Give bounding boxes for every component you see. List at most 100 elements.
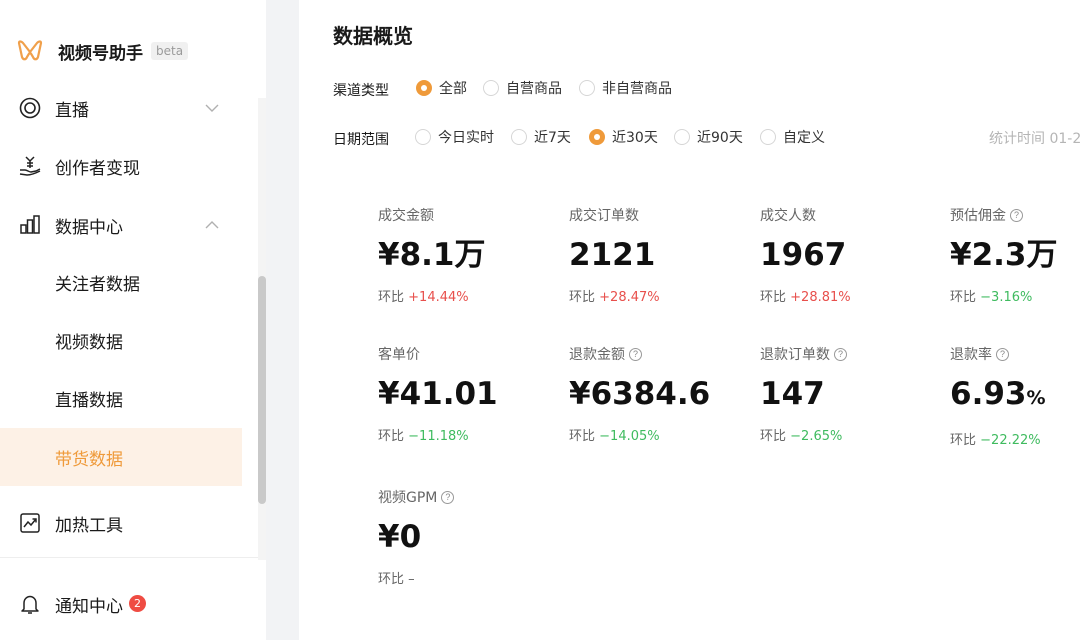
metric-label-text: 成交人数 xyxy=(760,208,816,224)
change-prefix: 环比 xyxy=(569,429,596,444)
metric-value-number: 6.93 xyxy=(950,376,1027,412)
radio-dot xyxy=(579,80,595,96)
help-icon[interactable]: ? xyxy=(1010,208,1023,222)
metric-value-unit: % xyxy=(1026,387,1046,409)
metric-buyer-count: 成交人数 1967 环比 +28.81% xyxy=(760,206,851,305)
change-prefix: 环比 xyxy=(760,290,787,305)
sidebar-item-sales-data[interactable]: 带货数据 xyxy=(0,428,242,486)
sidebar-item-live[interactable]: 直播 xyxy=(0,79,242,137)
channels-logo-icon xyxy=(16,37,44,65)
radio-channel-self-operated[interactable]: 自营商品 xyxy=(483,78,562,98)
radio-dot xyxy=(483,80,499,96)
change-value: +14.44% xyxy=(408,290,469,305)
change-prefix: 环比 xyxy=(950,290,977,305)
radio-date-90d[interactable]: 近90天 xyxy=(674,127,743,147)
statistics-time: 统计时间 01-2 xyxy=(989,131,1080,147)
change-prefix: 环比 xyxy=(569,290,596,305)
change-value: −14.05% xyxy=(599,429,660,444)
metric-change: 环比 −22.22% xyxy=(950,429,1046,448)
radio-date-today[interactable]: 今日实时 xyxy=(415,127,494,147)
metric-label: 成交人数 xyxy=(760,206,851,224)
metric-estimated-commission: 预估佣金? ¥2.3万 环比 −3.16% xyxy=(950,206,1058,305)
radio-label: 今日实时 xyxy=(438,130,494,146)
metric-label: 退款金额? xyxy=(569,345,710,363)
radio-label: 近30天 xyxy=(612,130,658,146)
metric-label: 退款订单数? xyxy=(760,345,847,363)
metric-label: 成交订单数 xyxy=(569,206,660,224)
metric-video-gpm: 视频GPM? ¥0 环比 – xyxy=(378,488,455,587)
radio-label: 自定义 xyxy=(783,130,825,146)
change-prefix: 环比 xyxy=(378,290,405,305)
metric-value: 147 xyxy=(760,376,825,412)
change-value: −3.16% xyxy=(980,290,1033,305)
sidebar-scrollbar-thumb[interactable] xyxy=(258,276,266,504)
metric-value: 6.93% xyxy=(950,375,1046,417)
change-value: −11.18% xyxy=(408,429,469,444)
change-value: −22.22% xyxy=(980,433,1041,448)
sidebar-item-label: 关注者数据 xyxy=(55,274,140,295)
metric-value: ¥41.01 xyxy=(378,376,498,412)
radio-label: 全部 xyxy=(439,81,467,97)
help-icon[interactable]: ? xyxy=(441,490,455,504)
help-icon[interactable]: ? xyxy=(834,347,847,361)
money-hand-icon xyxy=(18,154,42,178)
metric-change: 环比 −3.16% xyxy=(950,286,1058,305)
change-value: +28.47% xyxy=(599,290,660,305)
sidebar-item-live-data[interactable]: 直播数据 xyxy=(0,369,242,427)
metric-label: 退款率? xyxy=(950,345,1046,363)
change-value: −2.65% xyxy=(790,429,843,444)
help-icon[interactable]: ? xyxy=(996,347,1009,361)
trend-chart-icon xyxy=(18,511,42,535)
metric-value: 1967 xyxy=(760,237,847,273)
change-prefix: 环比 xyxy=(760,429,787,444)
metric-order-count: 成交订单数 2121 环比 +28.47% xyxy=(569,206,660,305)
chevron-up-icon xyxy=(203,216,221,234)
sidebar-item-label: 通知中心 xyxy=(55,596,123,617)
metric-label-text: 成交订单数 xyxy=(569,208,639,224)
radio-dot xyxy=(511,129,527,145)
notification-count-badge: 2 xyxy=(129,595,146,612)
metric-refund-rate: 退款率? 6.93% 环比 −22.22% xyxy=(950,345,1046,448)
change-value: – xyxy=(408,572,415,587)
metric-avg-order-value: 客单价 ¥41.01 环比 −11.18% xyxy=(378,345,498,444)
sidebar-item-monetization[interactable]: 创作者变现 xyxy=(0,137,242,195)
metric-value: 2121 xyxy=(569,237,656,273)
sidebar: 视频号助手 beta 直播 创作者变现 数据中心 关注者数据 视频数据 直播数据… xyxy=(0,0,266,640)
help-icon[interactable]: ? xyxy=(629,347,642,361)
radio-label: 近90天 xyxy=(697,130,743,146)
radio-dot xyxy=(674,129,690,145)
radio-dot xyxy=(760,129,776,145)
sidebar-item-boost-tool[interactable]: 加热工具 xyxy=(0,494,242,552)
sidebar-item-label: 带货数据 xyxy=(55,449,123,470)
app-name: 视频号助手 xyxy=(58,43,143,64)
metric-label: 成交金额 xyxy=(378,206,486,224)
sidebar-item-label: 创作者变现 xyxy=(55,158,140,179)
metric-refund-amount: 退款金额? ¥6384.6 环比 −14.05% xyxy=(569,345,710,444)
metric-label-text: 成交金额 xyxy=(378,208,434,224)
bell-icon xyxy=(18,592,42,616)
sidebar-item-label: 直播 xyxy=(55,100,89,121)
sidebar-item-notifications[interactable]: 通知中心 xyxy=(0,575,242,633)
metric-change: 环比 −11.18% xyxy=(378,425,498,444)
radio-date-custom[interactable]: 自定义 xyxy=(760,127,825,147)
radio-label: 非自营商品 xyxy=(602,81,672,97)
main-panel: 数据概览 渠道类型 全部 自营商品 非自营商品 日期范围 今日实时 近7天 近3… xyxy=(299,0,1080,640)
radio-date-7d[interactable]: 近7天 xyxy=(511,127,571,147)
metric-label-text: 客单价 xyxy=(378,347,420,363)
radio-channel-all[interactable]: 全部 xyxy=(416,78,467,98)
brand[interactable]: 视频号助手 beta xyxy=(16,36,189,66)
metric-value: ¥8.1万 xyxy=(378,237,486,273)
page-title: 数据概览 xyxy=(333,24,413,48)
radio-channel-non-self-operated[interactable]: 非自营商品 xyxy=(579,78,672,98)
sidebar-item-video-data[interactable]: 视频数据 xyxy=(0,311,242,369)
channel-filter-label: 渠道类型 xyxy=(333,83,389,99)
bar-chart-icon xyxy=(18,213,42,237)
sidebar-item-label: 直播数据 xyxy=(55,390,123,411)
radio-date-30d[interactable]: 近30天 xyxy=(589,127,658,147)
sidebar-item-label: 数据中心 xyxy=(55,217,123,238)
radio-dot xyxy=(589,129,605,145)
radio-dot xyxy=(416,80,432,96)
sidebar-item-follower-data[interactable]: 关注者数据 xyxy=(0,253,242,311)
sidebar-item-data-center[interactable]: 数据中心 xyxy=(0,196,242,254)
metric-label-text: 退款金额 xyxy=(569,347,625,363)
